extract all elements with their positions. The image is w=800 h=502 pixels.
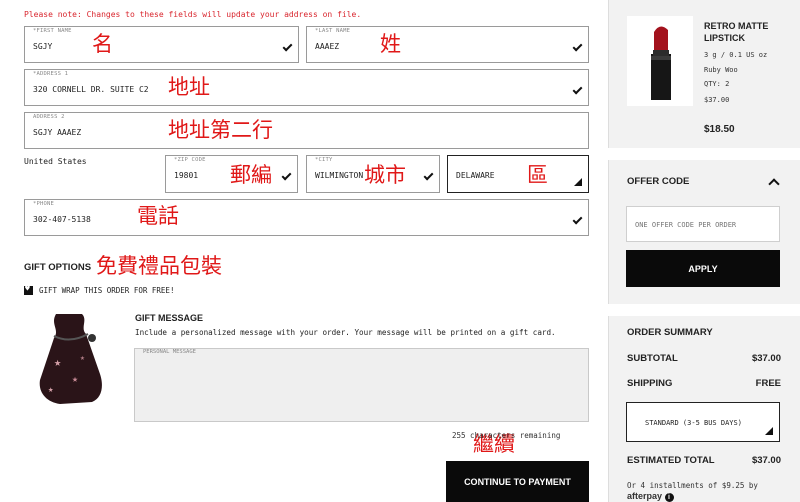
address2-field[interactable]: ADDRESS 2 SGJY AAAEZ [24,112,589,149]
state-select[interactable]: DELAWARE [447,155,589,193]
address-notice: Please note: Changes to these fields wil… [24,10,362,19]
last-name-field[interactable]: *LAST NAME AAAEZ [306,26,589,63]
product-unit-price: $37.00 [704,96,730,104]
zip-label: *ZIP CODE [174,157,206,163]
phone-value: 302-407-5138 [33,214,91,224]
gift-message-description: Include a personalized message with your… [135,328,556,337]
product-shade: Ruby Woo [704,66,738,74]
personal-message-label: PERSONAL MESSAGE [143,349,196,355]
zip-value: 19801 [174,170,199,180]
svg-text:★: ★ [54,355,61,369]
subtotal-value: $37.00 [751,353,781,364]
estimated-total-value: $37.00 [751,455,781,466]
estimated-total-row: ESTIMATED TOTAL $37.00 [627,455,781,466]
check-icon [572,41,583,51]
product-image [627,16,693,106]
first-name-label: *FIRST NAME [33,28,72,34]
check-icon [572,214,583,224]
first-name-field[interactable]: *FIRST NAME SGJY [24,26,299,63]
info-icon[interactable]: i [664,493,674,502]
city-value: WILMINGTON [315,170,364,180]
offer-code-input[interactable]: ONE OFFER CODE PER ORDER [626,206,780,242]
check-icon [282,41,293,51]
last-name-label: *LAST NAME [315,28,351,34]
annotation-gift-options: 免費禮品包裝 [96,254,222,278]
afterpay-logo: afterpay i [627,491,674,502]
state-value: DELAWARE [456,170,495,180]
city-label: *CITY [315,157,333,163]
order-summary-heading: ORDER SUMMARY [627,327,713,338]
divider [608,304,800,316]
subtotal-row: SUBTOTAL $37.00 [627,353,781,364]
annotation-phone: 電話 [137,204,179,228]
annotation-address1: 地址 [168,75,210,99]
address1-label: *ADDRESS 1 [33,71,69,77]
continue-label: CONTINUE TO PAYMENT [464,476,571,487]
address2-label: ADDRESS 2 [33,114,65,120]
characters-remaining: 255 characters remaining [452,431,561,440]
check-icon [572,84,583,94]
last-name-value: AAAEZ [315,41,340,51]
annotation-address2: 地址第二行 [168,118,273,142]
product-qty: QTY: 2 [704,80,730,88]
gift-message-heading: GIFT MESSAGE [135,313,204,323]
estimated-total-label: ESTIMATED TOTAL [627,455,715,466]
check-icon [281,170,292,181]
gift-wrap-label: GIFT WRAP THIS ORDER FOR FREE! [39,286,175,295]
apply-button[interactable]: APPLY [626,250,780,287]
address1-value: 320 CORNELL DR. SUITE C2 [33,84,149,94]
dropdown-arrow-icon [765,427,773,435]
gift-bag-image: ★ ★ ★ ★ [39,314,102,404]
annotation-city: 城市 [364,163,406,187]
svg-text:★: ★ [72,374,78,385]
product-name: RETRO MATTE LIPSTICK [704,21,769,43]
phone-field[interactable]: *PHONE 302-407-5138 [24,199,589,236]
svg-text:★: ★ [80,353,85,362]
continue-to-payment-button[interactable]: CONTINUE TO PAYMENT [446,461,589,502]
first-name-value: SGJY [33,41,53,51]
shipping-value: FREE [755,378,781,389]
dropdown-arrow-icon [574,178,582,186]
annotation-first-name: 名 [92,32,113,56]
annotation-state: 區 [527,163,548,187]
shipping-label: SHIPPING [627,378,673,389]
gift-wrap-toggle[interactable]: GIFT WRAP THIS ORDER FOR FREE! [24,284,175,295]
divider [608,148,800,160]
product-total: $18.50 [704,124,735,135]
gift-wrap-checkbox-icon[interactable] [24,284,33,295]
apply-label: APPLY [688,263,718,274]
phone-label: *PHONE [33,201,55,207]
shipping-row: SHIPPING FREE [627,378,781,389]
annotation-zip: 郵編 [230,163,272,187]
annotation-last-name: 姓 [380,32,401,56]
subtotal-label: SUBTOTAL [627,353,678,364]
check-icon [423,170,434,181]
personal-message-textarea[interactable]: PERSONAL MESSAGE [134,348,589,422]
address2-value: SGJY AAAEZ [33,127,82,137]
gift-options-heading: GIFT OPTIONS [24,262,92,273]
offer-code-heading: OFFER CODE [627,176,690,187]
address1-field[interactable]: *ADDRESS 1 320 CORNELL DR. SUITE C2 [24,69,589,106]
country-value: United States [24,157,87,166]
svg-text:★: ★ [48,385,54,395]
shipping-method-value: STANDARD (3-5 BUS DAYS) [645,419,742,427]
shipping-method-select[interactable]: STANDARD (3-5 BUS DAYS) [626,402,780,442]
product-size: 3 g / 0.1 US oz [704,51,768,59]
